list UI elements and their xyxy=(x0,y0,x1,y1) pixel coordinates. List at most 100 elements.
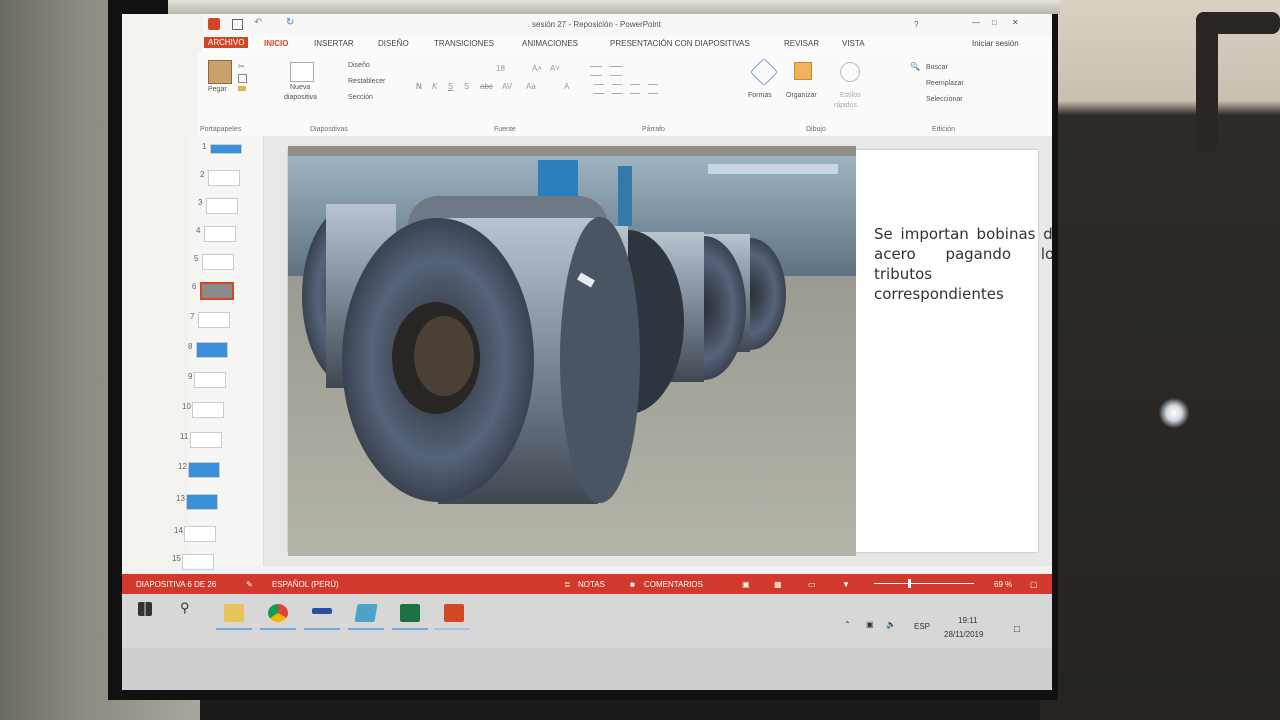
font-color-button[interactable]: A xyxy=(564,82,569,91)
arrange-label[interactable]: Organizar xyxy=(786,92,817,99)
thumb-slide-11[interactable] xyxy=(190,432,222,448)
notifications-icon[interactable]: □ xyxy=(1014,624,1020,635)
thumb-slide-15[interactable] xyxy=(182,554,214,570)
thumb-slide-10[interactable] xyxy=(192,402,224,418)
excel-icon[interactable] xyxy=(400,604,420,622)
reset-button[interactable]: Restablecer xyxy=(348,78,385,85)
quick-styles-label-2[interactable]: rápidos xyxy=(834,102,857,109)
thumb-slide-7[interactable] xyxy=(198,312,230,328)
bold-button[interactable]: N xyxy=(416,82,422,91)
spacing-button[interactable]: AV xyxy=(502,82,512,91)
comments-button[interactable]: COMENTARIOS xyxy=(644,580,703,589)
search-icon[interactable]: ⚲ xyxy=(180,600,200,618)
decrease-font-button[interactable]: A˅ xyxy=(550,64,560,73)
zoom-percent[interactable]: 69 % xyxy=(994,580,1012,589)
thumb-slide-14[interactable] xyxy=(184,526,216,542)
thumb-slide-3[interactable] xyxy=(206,198,238,214)
layout-button[interactable]: Diseño xyxy=(348,62,370,69)
comments-icon[interactable]: ■ xyxy=(630,580,635,589)
sign-in-link[interactable]: Iniciar sesión xyxy=(972,39,1019,48)
network-icon[interactable]: ▣ xyxy=(866,620,874,629)
language-indicator[interactable]: ESPAÑOL (PERÚ) xyxy=(272,580,339,589)
paste-label[interactable]: Pegar xyxy=(208,86,227,93)
fit-to-window-icon[interactable]: ▢ xyxy=(1030,580,1038,589)
thumb-slide-8[interactable] xyxy=(196,342,228,358)
tray-language[interactable]: ESP xyxy=(914,622,930,631)
tab-insertar[interactable]: INSERTAR xyxy=(314,39,354,48)
find-button[interactable]: Buscar xyxy=(926,64,948,71)
zoom-slider[interactable] xyxy=(874,583,974,584)
replace-button[interactable]: Reemplazar xyxy=(926,80,964,87)
new-slide-icon[interactable] xyxy=(290,62,314,82)
quick-styles-label-1[interactable]: Estilos xyxy=(840,92,861,99)
tab-presentacion[interactable]: PRESENTACIÓN CON DIAPOSITIVAS xyxy=(610,39,750,48)
thumb-slide-6-selected[interactable] xyxy=(200,282,234,300)
redo-icon[interactable]: ↻ xyxy=(286,17,294,28)
clock-time[interactable]: 19:11 xyxy=(958,616,977,625)
new-slide-label-1[interactable]: Nueva xyxy=(290,84,310,91)
strikethrough-button[interactable]: abc xyxy=(480,82,493,91)
minimize-icon[interactable]: — xyxy=(972,18,980,27)
align-left-icon[interactable] xyxy=(594,84,604,94)
find-icon[interactable]: 🔍 xyxy=(910,62,920,71)
shadow-button[interactable]: S xyxy=(464,82,469,91)
select-button[interactable]: Seleccionar xyxy=(926,96,963,103)
thumb-slide-9[interactable] xyxy=(194,372,226,388)
reading-view-icon[interactable]: ▭ xyxy=(808,580,816,589)
slideshow-icon[interactable]: ▼ xyxy=(842,580,850,589)
paste-icon[interactable] xyxy=(208,60,232,84)
tab-animaciones[interactable]: ANIMACIONES xyxy=(522,39,578,48)
align-right-icon[interactable] xyxy=(630,84,640,94)
save-icon[interactable] xyxy=(232,19,243,30)
slide-body-text[interactable]: Se importan bobinas de acero pagando los… xyxy=(874,224,1052,304)
thumb-slide-1[interactable] xyxy=(210,144,242,154)
justify-icon[interactable] xyxy=(648,84,658,94)
section-button[interactable]: Sección xyxy=(348,94,373,101)
powerpoint-taskbar-icon[interactable] xyxy=(444,604,464,622)
shapes-icon[interactable] xyxy=(749,57,779,87)
align-center-icon[interactable] xyxy=(612,84,622,94)
shapes-label[interactable]: Formas xyxy=(748,92,772,99)
help-button[interactable]: ? xyxy=(914,20,918,29)
thumb-slide-4[interactable] xyxy=(204,226,236,242)
spelling-icon[interactable]: ✎ xyxy=(246,580,253,589)
quick-styles-icon[interactable] xyxy=(840,62,860,82)
thumb-slide-13[interactable] xyxy=(186,494,218,510)
format-painter-icon[interactable] xyxy=(238,86,246,91)
windows-start-icon[interactable] xyxy=(138,602,152,616)
new-slide-label-2[interactable]: diapositiva xyxy=(284,94,317,101)
cut-icon[interactable]: ✂ xyxy=(238,62,245,71)
clock-date[interactable]: 28/11/2019 xyxy=(944,630,983,639)
underline-button[interactable]: S xyxy=(448,82,453,91)
close-icon[interactable]: ✕ xyxy=(1012,18,1019,27)
notes-icon[interactable]: ≣ xyxy=(564,580,571,589)
tab-revisar[interactable]: REVISAR xyxy=(784,39,819,48)
arrange-icon[interactable] xyxy=(794,62,812,80)
app-icon-blue[interactable] xyxy=(312,608,332,614)
font-size-value[interactable]: 18 xyxy=(496,64,505,73)
tray-chevron-icon[interactable]: ⌃ xyxy=(844,620,851,629)
italic-button[interactable]: K xyxy=(432,82,437,91)
normal-view-icon[interactable]: ▣ xyxy=(742,580,750,589)
change-case-button[interactable]: Aa xyxy=(526,82,536,91)
restore-icon[interactable]: □ xyxy=(992,18,997,27)
thumb-slide-2[interactable] xyxy=(208,170,240,186)
numbering-icon[interactable] xyxy=(610,66,622,76)
copy-icon[interactable] xyxy=(238,74,247,83)
thumb-slide-5[interactable] xyxy=(202,254,234,270)
tab-transiciones[interactable]: TRANSICIONES xyxy=(434,39,494,48)
chrome-icon[interactable] xyxy=(268,604,288,622)
tab-diseno[interactable]: DISEÑO xyxy=(378,39,409,48)
slide-sorter-icon[interactable]: ▦ xyxy=(774,580,782,589)
notes-button[interactable]: NOTAS xyxy=(578,580,605,589)
undo-icon[interactable]: ↶ xyxy=(254,17,262,28)
volume-icon[interactable]: 🔈 xyxy=(886,620,896,629)
tab-archivo[interactable]: ARCHIVO xyxy=(204,37,249,48)
app-icon-teal[interactable] xyxy=(354,604,378,622)
tab-inicio[interactable]: INICIO xyxy=(264,39,288,48)
slide-photo-steel-coils[interactable] xyxy=(288,146,856,556)
bullets-icon[interactable] xyxy=(590,66,602,76)
increase-font-button[interactable]: A˄ xyxy=(532,64,542,73)
tab-vista[interactable]: VISTA xyxy=(842,39,865,48)
zoom-thumb[interactable] xyxy=(908,579,911,588)
